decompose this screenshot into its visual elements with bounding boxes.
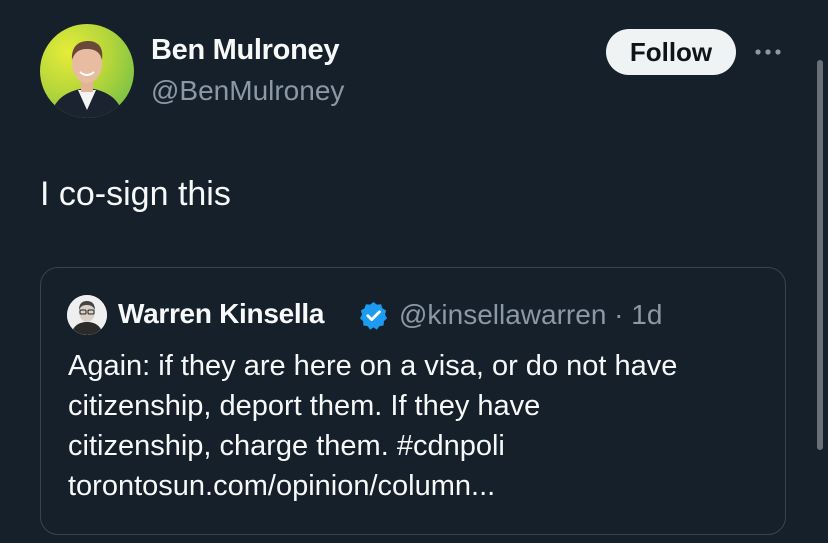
quoted-link[interactable]: torontosun.com/opinion/column... (68, 466, 768, 506)
scrollbar[interactable] (817, 60, 823, 450)
quoted-tweet-text: Again: if they are here on a visa, or do… (68, 346, 768, 506)
quoted-author-handle-time[interactable]: @kinsellawarren · 1d (399, 299, 662, 331)
quoted-text-line: citizenship, deport them. If they have (68, 390, 541, 422)
tweet-view: Ben Mulroney @BenMulroney Follow I co-si… (0, 0, 828, 543)
quoted-author-avatar[interactable] (67, 295, 107, 335)
person-photo-icon (50, 41, 124, 118)
follow-button[interactable]: Follow (606, 29, 736, 75)
quoted-tweet-card[interactable]: Warren Kinsella @kinsellawarren · 1d Aga… (40, 267, 786, 535)
quoted-text-line[interactable]: citizenship, charge them. #cdnpoli (68, 426, 768, 466)
verified-badge-icon (359, 301, 388, 330)
person-photo-icon (67, 295, 107, 335)
quoted-text-line: Again: if they are here on a visa, or do… (68, 350, 678, 382)
author-handle[interactable]: @BenMulroney (151, 75, 344, 107)
post-text: I co-sign this (40, 175, 231, 213)
ellipsis-icon[interactable] (750, 34, 786, 70)
quoted-author-name[interactable]: Warren Kinsella (118, 298, 324, 330)
author-name[interactable]: Ben Mulroney (151, 34, 339, 67)
author-avatar[interactable] (40, 24, 134, 118)
